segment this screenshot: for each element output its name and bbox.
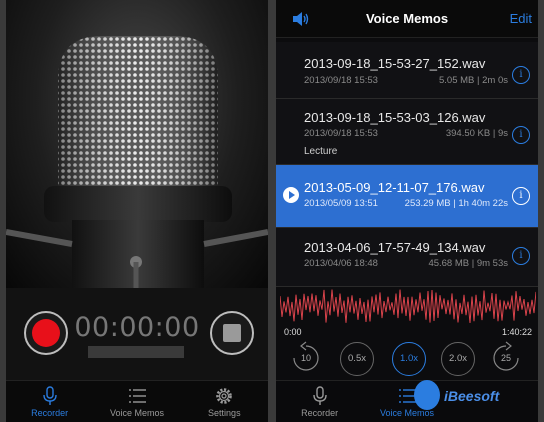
watermark: iBeesoft bbox=[444, 388, 500, 404]
skip-forward-seconds: 25 bbox=[500, 353, 511, 363]
tab-label: Recorder bbox=[301, 408, 339, 418]
memo-filename: 2013-05-09_12-11-07_176.wav bbox=[304, 180, 485, 195]
recorder-screen: 00:00:00 Recorder Voice Memos Settings bbox=[6, 0, 268, 422]
memo-size-duration: 5.05 MB | 2m 0s bbox=[439, 75, 508, 86]
ibeesoft-logo-icon bbox=[414, 380, 440, 410]
page-title: Voice Memos bbox=[365, 11, 449, 26]
memo-size-duration: 394.50 KB | 9s bbox=[445, 128, 508, 139]
memo-filename: 2013-09-18_15-53-27_152.wav bbox=[304, 56, 486, 71]
tab-label: Voice Memos bbox=[109, 408, 164, 418]
tab-bar: Recorder Voice Memos Settings bbox=[6, 380, 268, 422]
skip-back-button[interactable]: 10 bbox=[288, 340, 324, 376]
speed-0.5x-button[interactable]: 0.5x bbox=[340, 342, 374, 376]
time-end: 1:40:22 bbox=[501, 327, 532, 337]
microphone-icon bbox=[312, 386, 327, 405]
play-icon[interactable] bbox=[283, 187, 299, 203]
record-button[interactable] bbox=[24, 311, 68, 355]
memo-date: 2013/05/09 13:51 bbox=[304, 198, 378, 209]
stop-icon bbox=[223, 324, 241, 342]
tab-label: Voice Memos bbox=[379, 408, 434, 418]
tab-recorder[interactable]: Recorder bbox=[276, 381, 363, 422]
info-icon[interactable]: i bbox=[512, 66, 530, 84]
level-meter bbox=[88, 346, 184, 358]
memo-filename: 2013-04-06_17-57-49_134.wav bbox=[304, 240, 486, 255]
tab-label: Recorder bbox=[31, 408, 69, 418]
tab-recorder[interactable]: Recorder bbox=[6, 381, 93, 422]
memo-date: 2013/04/06 18:48 bbox=[304, 258, 378, 269]
memo-label: Lecture bbox=[304, 146, 338, 157]
info-icon[interactable]: i bbox=[512, 126, 530, 144]
tab-label: Settings bbox=[208, 408, 241, 418]
voice-memos-screen: Voice Memos Edit 2013-09-18_15-53-27_152… bbox=[276, 0, 538, 422]
time-start: 0:00 bbox=[284, 327, 302, 337]
tab-settings[interactable]: Settings bbox=[181, 381, 268, 422]
info-icon[interactable]: i bbox=[512, 187, 530, 205]
memo-size-duration: 253.29 MB | 1h 40m 22s bbox=[404, 198, 508, 209]
list-icon bbox=[128, 389, 146, 403]
microphone-icon bbox=[42, 386, 57, 405]
microphone-image bbox=[6, 0, 268, 290]
memo-filename: 2013-09-18_15-53-03_126.wav bbox=[304, 110, 486, 125]
info-icon[interactable]: i bbox=[512, 247, 530, 265]
edit-button[interactable]: Edit bbox=[510, 11, 532, 26]
gear-icon bbox=[216, 388, 233, 404]
speed-2.0x-button[interactable]: 2.0x bbox=[441, 342, 475, 376]
stop-button[interactable] bbox=[210, 311, 254, 355]
memo-row-selected[interactable]: 2013-05-09_12-11-07_176.wav 2013/05/09 1… bbox=[276, 165, 538, 228]
tab-voice-memos[interactable]: Voice Memos bbox=[93, 381, 180, 422]
record-icon bbox=[32, 319, 60, 347]
skip-forward-button[interactable]: 25 bbox=[488, 340, 524, 376]
memo-date: 2013/09/18 15:53 bbox=[304, 128, 378, 139]
memo-size-duration: 45.68 MB | 9m 53s bbox=[428, 258, 508, 269]
memo-row[interactable]: 2013-09-18_15-53-03_126.wav 2013/09/18 1… bbox=[276, 99, 538, 165]
waveform[interactable] bbox=[280, 288, 536, 324]
memo-date: 2013/09/18 15:53 bbox=[304, 75, 378, 86]
skip-back-seconds: 10 bbox=[300, 353, 311, 363]
memo-row[interactable]: 2013-09-18_15-53-27_152.wav 2013/09/18 1… bbox=[276, 42, 538, 99]
memo-row[interactable]: 2013-04-06_17-57-49_134.wav 2013/04/06 1… bbox=[276, 228, 538, 287]
speed-1.0x-button[interactable]: 1.0x bbox=[392, 342, 426, 376]
recording-timer: 00:00:00 bbox=[74, 312, 200, 343]
